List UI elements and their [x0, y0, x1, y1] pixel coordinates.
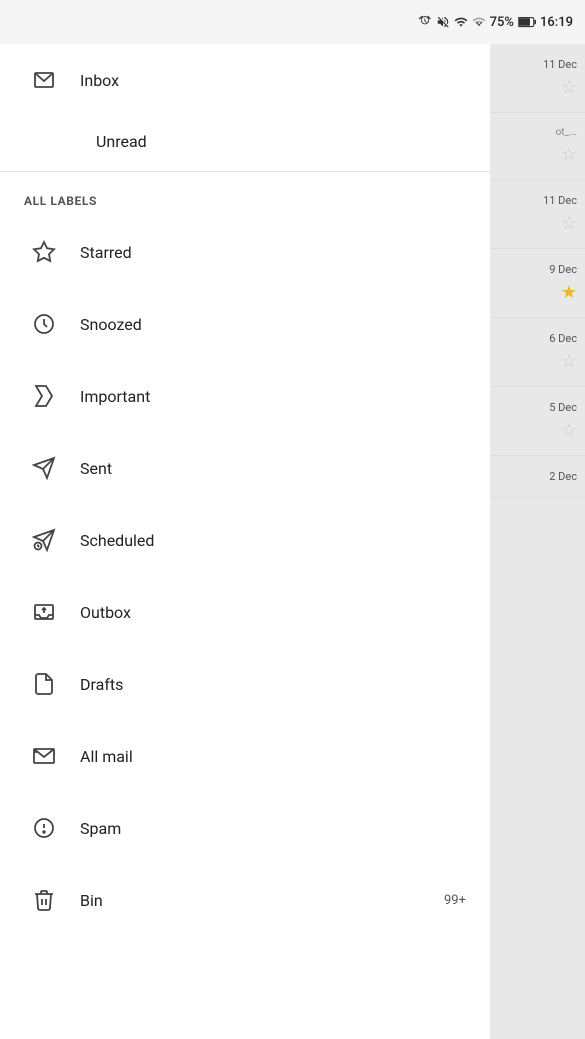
draft-icon: [24, 664, 64, 704]
email-bg-item: 5 Dec ☆: [490, 387, 585, 456]
scheduled-send-icon: [24, 520, 64, 560]
navigation-drawer: Inbox Unread ALL LABELS Starred: [0, 44, 490, 1039]
status-icons: 75% 16:19: [418, 15, 573, 30]
sidebar-item-scheduled[interactable]: Scheduled: [0, 504, 490, 576]
snoozed-label: Snoozed: [80, 315, 466, 334]
battery-percent: 75%: [490, 15, 514, 30]
sidebar-item-drafts[interactable]: Drafts: [0, 648, 490, 720]
spam-icon: [24, 808, 64, 848]
wifi-icon: [454, 15, 468, 29]
email-bg-item: 2 Dec: [490, 456, 585, 498]
bin-label: Bin: [80, 891, 444, 910]
all-mail-label: All mail: [80, 747, 466, 766]
email-list-background: 11 Dec ☆ ot_... ☆ 11 Dec ☆ 9 Dec ★ 6 Dec…: [490, 44, 585, 1039]
email-bg-item: 6 Dec ☆: [490, 318, 585, 387]
scheduled-label: Scheduled: [80, 531, 466, 550]
sidebar-item-all-mail[interactable]: All mail: [0, 720, 490, 792]
drafts-label: Drafts: [80, 675, 466, 694]
star-icon: [24, 232, 64, 272]
all-mail-icon: [24, 736, 64, 776]
main-screen: 11 Dec ☆ ot_... ☆ 11 Dec ☆ 9 Dec ★ 6 Dec…: [0, 44, 585, 1039]
trash-icon: [24, 880, 64, 920]
mute-icon: [436, 15, 450, 29]
email-bg-item: 11 Dec ☆: [490, 44, 585, 113]
sidebar-item-snoozed[interactable]: Snoozed: [0, 288, 490, 360]
sidebar-item-spam[interactable]: Spam: [0, 792, 490, 864]
sidebar-item-starred[interactable]: Starred: [0, 216, 490, 288]
inbox-icon: [24, 60, 64, 100]
starred-label: Starred: [80, 243, 466, 262]
sidebar-item-bin[interactable]: Bin 99+: [0, 864, 490, 936]
important-label: Important: [80, 387, 466, 406]
sidebar-item-important[interactable]: Important: [0, 360, 490, 432]
sidebar-item-sent[interactable]: Sent: [0, 432, 490, 504]
status-bar: 75% 16:19: [0, 0, 585, 44]
outbox-label: Outbox: [80, 603, 466, 622]
sidebar-item-unread[interactable]: Unread: [0, 116, 490, 167]
email-bg-item: 11 Dec ☆: [490, 180, 585, 249]
bin-badge: 99+: [444, 893, 466, 908]
time: 16:19: [540, 15, 573, 30]
outbox-icon: [24, 592, 64, 632]
unread-label: Unread: [96, 132, 147, 151]
battery-icon: [518, 16, 536, 28]
alarm-icon: [418, 15, 432, 29]
sent-label: Sent: [80, 459, 466, 478]
important-icon: [24, 376, 64, 416]
sidebar-item-inbox[interactable]: Inbox: [0, 44, 490, 116]
divider: [0, 171, 490, 172]
all-labels-heading: ALL LABELS: [0, 176, 490, 216]
signal-icon: [472, 15, 486, 29]
spam-label: Spam: [80, 819, 466, 838]
sidebar-item-outbox[interactable]: Outbox: [0, 576, 490, 648]
send-icon: [24, 448, 64, 488]
email-bg-item: 9 Dec ★: [490, 249, 585, 318]
inbox-label: Inbox: [80, 71, 466, 90]
email-bg-item: ot_... ☆: [490, 113, 585, 180]
clock-icon: [24, 304, 64, 344]
